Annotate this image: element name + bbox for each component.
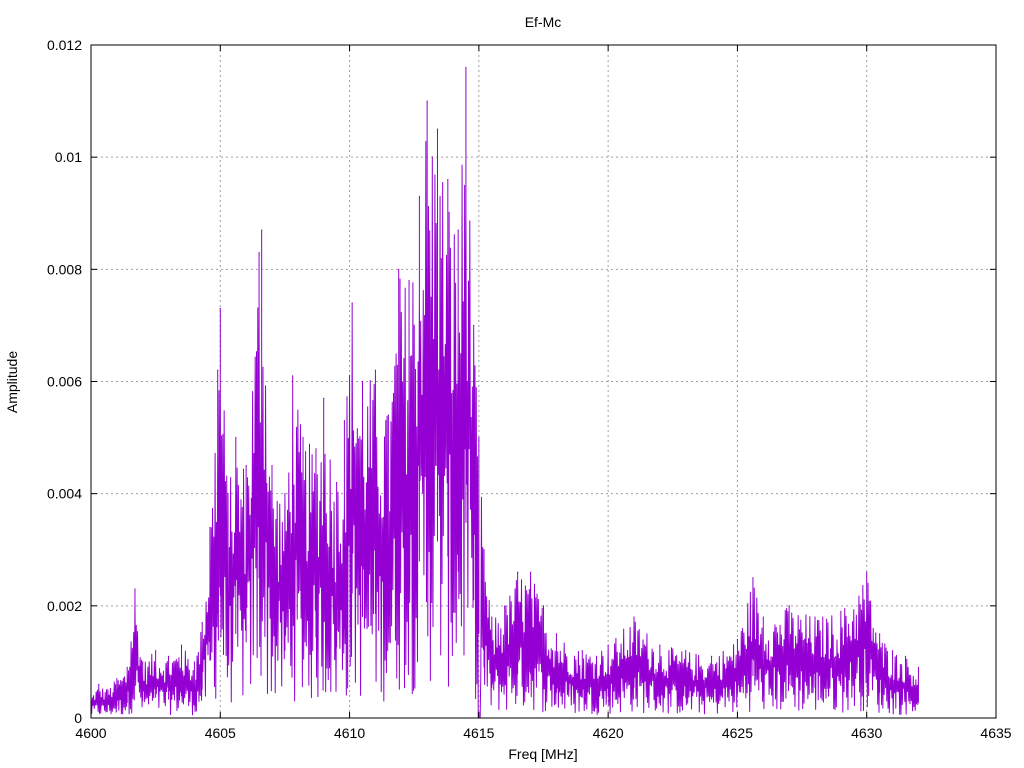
data-point [219, 307, 221, 310]
data-point [762, 616, 764, 618]
y-tick-label: 0.006 [47, 374, 82, 390]
chart-title: Ef-Mc [525, 14, 562, 30]
data-point [917, 666, 920, 669]
data-point [387, 414, 389, 416]
y-tick-label: 0.01 [55, 149, 82, 165]
data-point [891, 650, 894, 652]
data-point [491, 616, 493, 618]
data-point [374, 369, 377, 371]
data-point [426, 100, 428, 102]
data-point [473, 324, 475, 327]
data-point [201, 622, 203, 624]
data-point [245, 465, 247, 467]
data-point [98, 683, 100, 685]
data-point [457, 229, 459, 231]
data-point [710, 655, 713, 657]
y-tick-label: 0.008 [47, 261, 82, 277]
data-point [398, 268, 400, 270]
data-point [361, 380, 364, 383]
data-point [126, 666, 128, 669]
x-tick-label: 4625 [722, 725, 753, 741]
data-point [193, 661, 196, 663]
data-point [607, 644, 609, 646]
data-point [302, 436, 304, 439]
data-point [134, 588, 136, 590]
data-point [258, 251, 260, 254]
x-tick-label: 4605 [205, 725, 236, 741]
data-point [209, 526, 211, 528]
data-point [685, 650, 687, 652]
x-tick-label: 4600 [75, 725, 106, 741]
data-point [408, 279, 410, 282]
data-point [840, 610, 842, 613]
x-axis-label: Freq [MHz] [508, 746, 577, 762]
chart: 4600 4605 4610 4615 4620 4625 4630 4635 00.0020… [4, 14, 1012, 762]
y-tick-labels: 0 0.002 0.004 0.006 0.008 0.01 0.012 [47, 37, 82, 726]
data-point [315, 448, 317, 450]
y-tick-label: 0 [74, 710, 82, 726]
data-point [167, 655, 170, 657]
data-point [284, 493, 286, 495]
data-point [542, 605, 545, 607]
x-tick-label: 4615 [463, 725, 494, 741]
data-point [155, 650, 157, 652]
data-point [447, 179, 449, 181]
x-tick-labels: 4600 4605 4610 4615 4620 4625 4630 4635 [75, 725, 1011, 741]
data-point [323, 397, 325, 399]
data-point [271, 465, 273, 467]
data-point [180, 644, 183, 646]
data-point [351, 302, 353, 304]
data-point [292, 375, 294, 377]
data-point [465, 66, 467, 69]
data-point [261, 229, 263, 231]
data-point [483, 549, 485, 551]
data-point [436, 128, 439, 130]
data-point [633, 616, 635, 618]
data-point [581, 650, 583, 652]
data-point [752, 577, 754, 579]
data-point [736, 638, 739, 641]
data-point [235, 436, 237, 439]
data-point [814, 616, 816, 618]
data-point [555, 633, 558, 635]
data-point [659, 644, 661, 646]
x-tick-label: 4620 [593, 725, 624, 741]
data-point [116, 678, 118, 680]
series-group [90, 66, 920, 719]
data-point [336, 481, 338, 484]
y-tick-label: 0.012 [47, 37, 82, 53]
data-point [343, 420, 345, 422]
data-point [866, 571, 868, 573]
series-line [90, 67, 919, 719]
data-point [418, 195, 420, 198]
data-point [879, 633, 881, 635]
data-point [105, 689, 108, 691]
data-point [529, 571, 532, 573]
data-point [788, 605, 790, 607]
data-point [478, 436, 480, 439]
data-point [217, 369, 219, 371]
y-tick-label: 0.004 [47, 486, 82, 502]
data-point [517, 571, 519, 573]
y-tick-label: 0.002 [47, 598, 82, 614]
data-point [142, 661, 144, 663]
y-axis-label: Amplitude [4, 351, 20, 413]
x-tick-label: 4630 [851, 725, 882, 741]
x-tick-label: 4610 [334, 725, 365, 741]
data-point [904, 655, 907, 657]
data-point [504, 605, 506, 607]
data-point [227, 493, 229, 495]
x-tick-label: 4635 [980, 725, 1011, 741]
